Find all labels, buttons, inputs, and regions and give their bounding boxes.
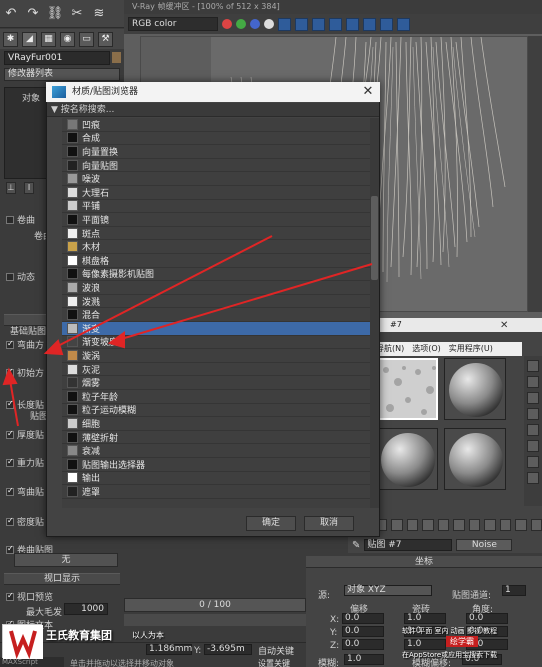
promo-download: 在AppStore或应用宝搜索下载 xyxy=(402,651,498,659)
red-arrow-upward xyxy=(9,379,19,427)
arrow-head-up xyxy=(2,367,18,386)
app-promo: 软件 平面 室内 动画 影视 教程 绘学霸 xyxy=(402,626,542,647)
promo-title: 软件 平面 室内 动画 影视 教程 xyxy=(402,627,498,635)
brand-slogan: 以人为本 xyxy=(132,631,164,640)
arrow-head-gradient xyxy=(107,331,125,349)
brand-name: 王氏教育集团 xyxy=(46,629,112,642)
arrow-head-bend xyxy=(43,339,64,356)
brand-logo xyxy=(2,624,43,660)
app-root: V-Ray 帧缓冲区 - [100% of 512 x 384] RGB col… xyxy=(0,0,542,667)
annotation-arrows xyxy=(2,235,373,427)
brand-logo-mark xyxy=(3,625,43,660)
red-arrow-to-bend-direction xyxy=(53,235,273,349)
red-arrow-to-gradient xyxy=(117,263,373,341)
promo-app-name: 绘学霸 xyxy=(446,636,478,647)
